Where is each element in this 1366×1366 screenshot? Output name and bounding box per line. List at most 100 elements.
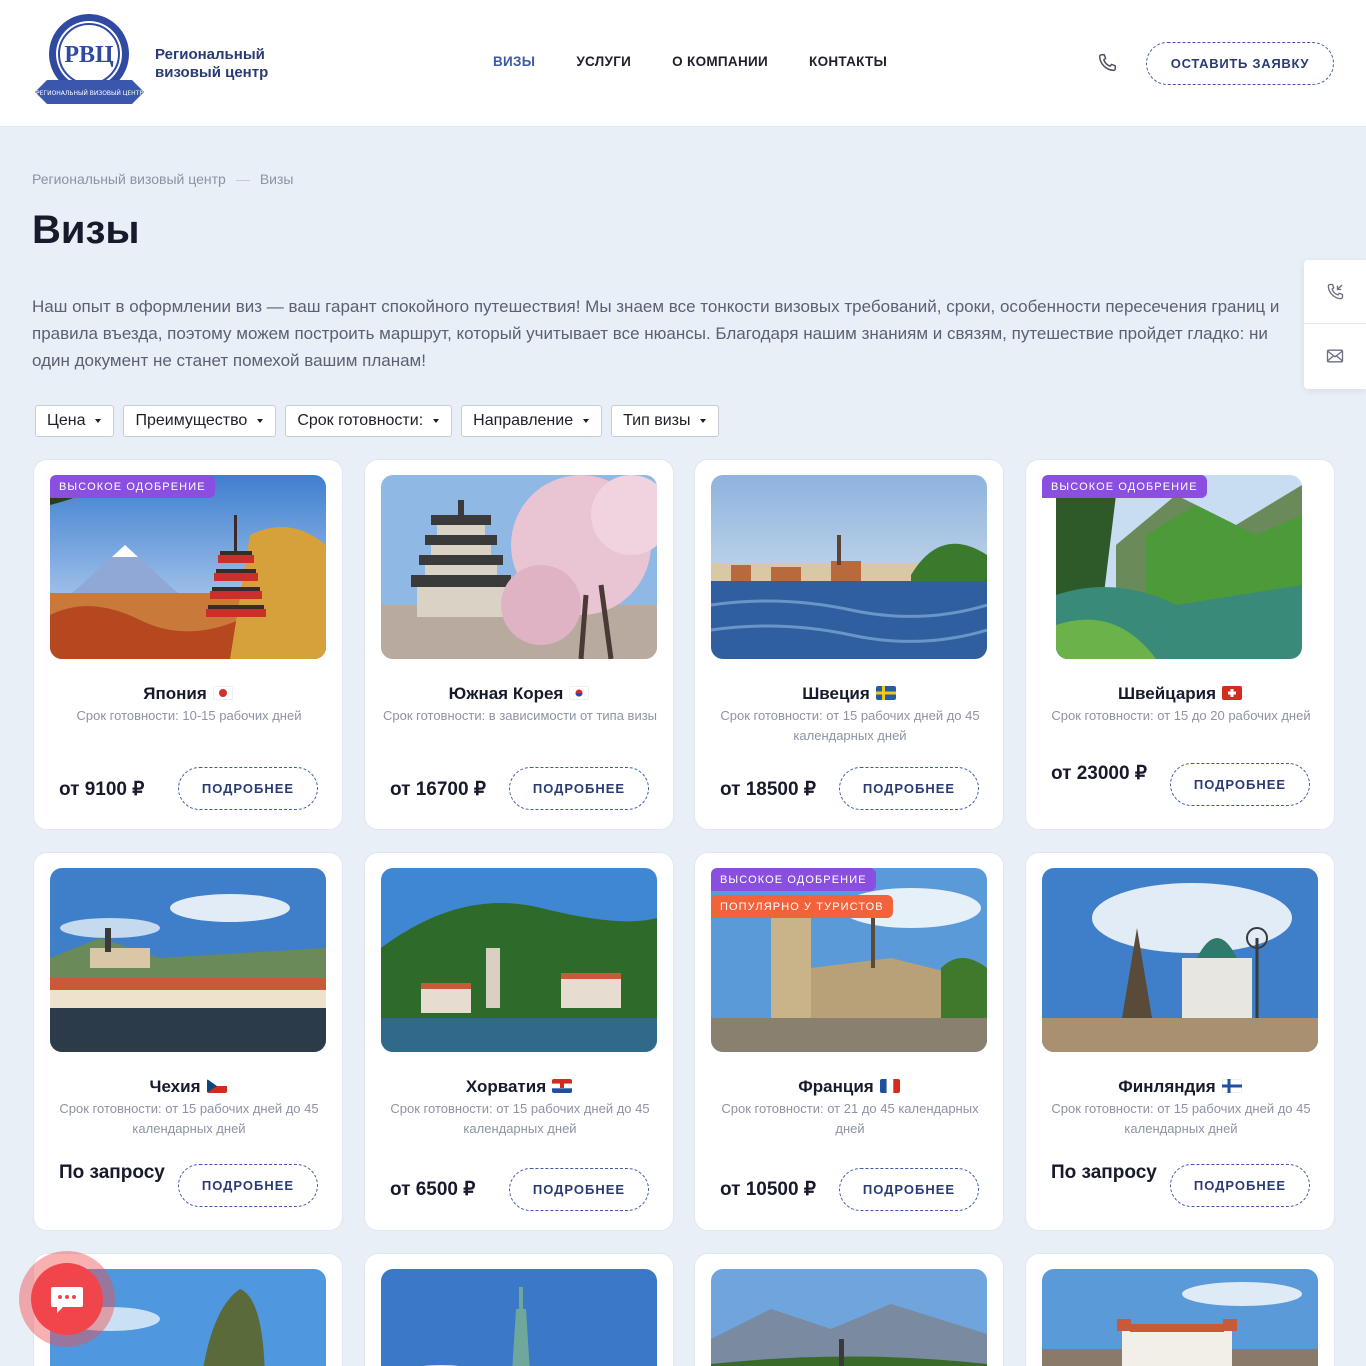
chat-button[interactable] bbox=[31, 1263, 103, 1335]
visa-card-japan[interactable]: ВЫСОКОЕ ОДОБРЕНИЕ Япония Срок готовности… bbox=[33, 459, 343, 830]
leave-request-button[interactable]: ОСТАВИТЬ ЗАЯВКУ bbox=[1146, 42, 1334, 85]
card-price: По запросу bbox=[1051, 1162, 1157, 1183]
site-header: РВЦ РЕГИОНАЛЬНЫЙ ВИЗОВЫЙ ЦЕНТР Региональ… bbox=[0, 0, 1366, 127]
flag-czech-icon bbox=[206, 1079, 227, 1093]
card-image bbox=[381, 1269, 657, 1366]
country-name: Швеция bbox=[802, 684, 870, 703]
card-image bbox=[711, 475, 987, 659]
caret-down-icon bbox=[95, 419, 102, 423]
caret-down-icon bbox=[700, 419, 707, 423]
mail-icon bbox=[1326, 349, 1344, 363]
card-country: Франция bbox=[695, 1077, 1003, 1097]
card-term: Срок готовности: от 15 рабочих дней до 4… bbox=[1051, 1101, 1311, 1136]
nav-about[interactable]: О КОМПАНИИ bbox=[672, 54, 768, 69]
visa-card-slovakia[interactable] bbox=[1025, 1253, 1335, 1366]
card-image bbox=[1042, 868, 1318, 1052]
country-name: Южная Корея bbox=[448, 684, 564, 703]
visa-card-usa[interactable] bbox=[364, 1253, 674, 1366]
details-button[interactable]: ПОДРОБНЕЕ bbox=[509, 767, 649, 810]
email-button[interactable] bbox=[1304, 324, 1366, 388]
country-name: Франция bbox=[798, 1077, 874, 1096]
card-image bbox=[381, 475, 657, 659]
visa-card-sweden[interactable]: Швеция Срок готовности: от 15 рабочих дн… bbox=[694, 459, 1004, 830]
card-term: Срок готовности: в зависимости от типа в… bbox=[382, 708, 658, 723]
card-term: Срок готовности: от 15 до 20 рабочих дне… bbox=[1051, 708, 1311, 723]
visa-card-finland[interactable]: Финляндия Срок готовности: от 15 рабочих… bbox=[1025, 852, 1335, 1231]
filter-direction[interactable]: Направление bbox=[461, 405, 603, 437]
card-term: Срок готовности: от 15 рабочих дней до 4… bbox=[720, 708, 980, 743]
photo-mountain-lake bbox=[711, 1269, 987, 1366]
badge-high-approval: ВЫСОКОЕ ОДОБРЕНИЕ bbox=[711, 868, 876, 891]
flag-finland-icon bbox=[1221, 1079, 1242, 1093]
brand-line-2: визовый центр bbox=[155, 64, 269, 81]
card-country: Чехия bbox=[34, 1077, 342, 1097]
breadcrumb-home[interactable]: Региональный визовый центр bbox=[32, 171, 226, 187]
card-price: от 9100 ₽ bbox=[59, 779, 145, 800]
details-button[interactable]: ПОДРОБНЕЕ bbox=[509, 1168, 649, 1211]
country-name: Швейцария bbox=[1117, 684, 1217, 703]
photo-south-korea bbox=[381, 475, 657, 659]
card-price: от 16700 ₽ bbox=[390, 779, 486, 800]
card-image bbox=[50, 475, 326, 659]
country-name: Япония bbox=[143, 684, 207, 703]
card-term: Срок готовности: 10-15 рабочих дней bbox=[76, 708, 302, 723]
flag-sweden-icon bbox=[875, 686, 896, 700]
flag-france-icon bbox=[879, 1079, 900, 1093]
card-price: от 23000 ₽ bbox=[1051, 763, 1147, 784]
details-button[interactable]: ПОДРОБНЕЕ bbox=[178, 1164, 318, 1207]
visa-card-france[interactable]: ВЫСОКОЕ ОДОБРЕНИЕ ПОПУЛЯРНО У ТУРИСТОВ Ф… bbox=[694, 852, 1004, 1231]
photo-statue-of-liberty bbox=[381, 1269, 657, 1366]
nav-services[interactable]: УСЛУГИ bbox=[576, 54, 631, 69]
side-contact-panel bbox=[1304, 260, 1366, 389]
photo-castle bbox=[1042, 1269, 1318, 1366]
intro-text: Наш опыт в оформлении виз — ваш гарант с… bbox=[32, 297, 1280, 370]
details-button[interactable]: ПОДРОБНЕЕ bbox=[1170, 1164, 1310, 1207]
card-image bbox=[381, 868, 657, 1052]
country-name: Чехия bbox=[149, 1077, 201, 1096]
brand-line-1: Региональный bbox=[155, 46, 265, 63]
photo-sweden bbox=[711, 475, 987, 659]
visa-card-czech[interactable]: Чехия Срок готовности: от 15 рабочих дне… bbox=[33, 852, 343, 1231]
details-button[interactable]: ПОДРОБНЕЕ bbox=[1170, 763, 1310, 806]
filter-advantage[interactable]: Преимущество bbox=[123, 405, 277, 437]
card-image bbox=[711, 1269, 987, 1366]
flag-south-korea-icon bbox=[569, 686, 590, 700]
nav-contacts[interactable]: КОНТАКТЫ bbox=[809, 54, 887, 69]
brand-name: Региональный визовый центр bbox=[155, 46, 268, 82]
card-country: Швеция bbox=[695, 684, 1003, 704]
callback-button[interactable] bbox=[1304, 260, 1366, 324]
visa-card-croatia[interactable]: Хорватия Срок готовности: от 15 рабочих … bbox=[364, 852, 674, 1231]
card-price: от 10500 ₽ bbox=[720, 1179, 816, 1200]
logo-emblem[interactable]: РВЦ РЕГИОНАЛЬНЫЙ ВИЗОВЫЙ ЦЕНТР bbox=[33, 12, 146, 112]
breadcrumb: Региональный визовый центр — Визы bbox=[32, 171, 293, 187]
filter-readiness[interactable]: Срок готовности: bbox=[285, 405, 453, 437]
phone-callback-icon bbox=[1327, 283, 1344, 299]
badge-high-approval: ВЫСОКОЕ ОДОБРЕНИЕ bbox=[50, 475, 215, 498]
photo-croatia bbox=[381, 868, 657, 1052]
filter-label: Направление bbox=[473, 412, 574, 429]
card-image bbox=[50, 868, 326, 1052]
phone-icon[interactable] bbox=[1096, 52, 1118, 74]
filter-price[interactable]: Цена bbox=[35, 405, 115, 437]
filter-visa-type[interactable]: Тип визы bbox=[611, 405, 720, 437]
card-term: Срок готовности: от 21 до 45 календарных… bbox=[721, 1101, 979, 1136]
flag-switzerland-icon bbox=[1222, 686, 1243, 700]
card-country: Финляндия bbox=[1026, 1077, 1334, 1097]
badge-high-approval: ВЫСОКОЕ ОДОБРЕНИЕ bbox=[1042, 475, 1207, 498]
details-button[interactable]: ПОДРОБНЕЕ bbox=[839, 1168, 979, 1211]
details-button[interactable]: ПОДРОБНЕЕ bbox=[178, 767, 318, 810]
filter-label: Преимущество bbox=[135, 412, 248, 429]
visa-card-switzerland[interactable]: ВЫСОКОЕ ОДОБРЕНИЕ Швейцария Срок готовно… bbox=[1025, 459, 1335, 830]
caret-down-icon bbox=[257, 419, 264, 423]
nav-visas[interactable]: ВИЗЫ bbox=[493, 54, 535, 69]
visa-card-south-korea[interactable]: Южная Корея Срок готовности: в зависимос… bbox=[364, 459, 674, 830]
filter-label: Тип визы bbox=[623, 412, 691, 429]
visa-card-slovenia[interactable] bbox=[694, 1253, 1004, 1366]
card-price: По запросу bbox=[59, 1162, 165, 1183]
logo-text: РВЦ bbox=[64, 42, 114, 68]
filter-label: Срок готовности: bbox=[297, 412, 424, 429]
flag-japan-icon bbox=[212, 686, 233, 700]
country-name: Хорватия bbox=[465, 1077, 547, 1096]
details-button[interactable]: ПОДРОБНЕЕ bbox=[839, 767, 979, 810]
caret-down-icon bbox=[433, 419, 440, 423]
